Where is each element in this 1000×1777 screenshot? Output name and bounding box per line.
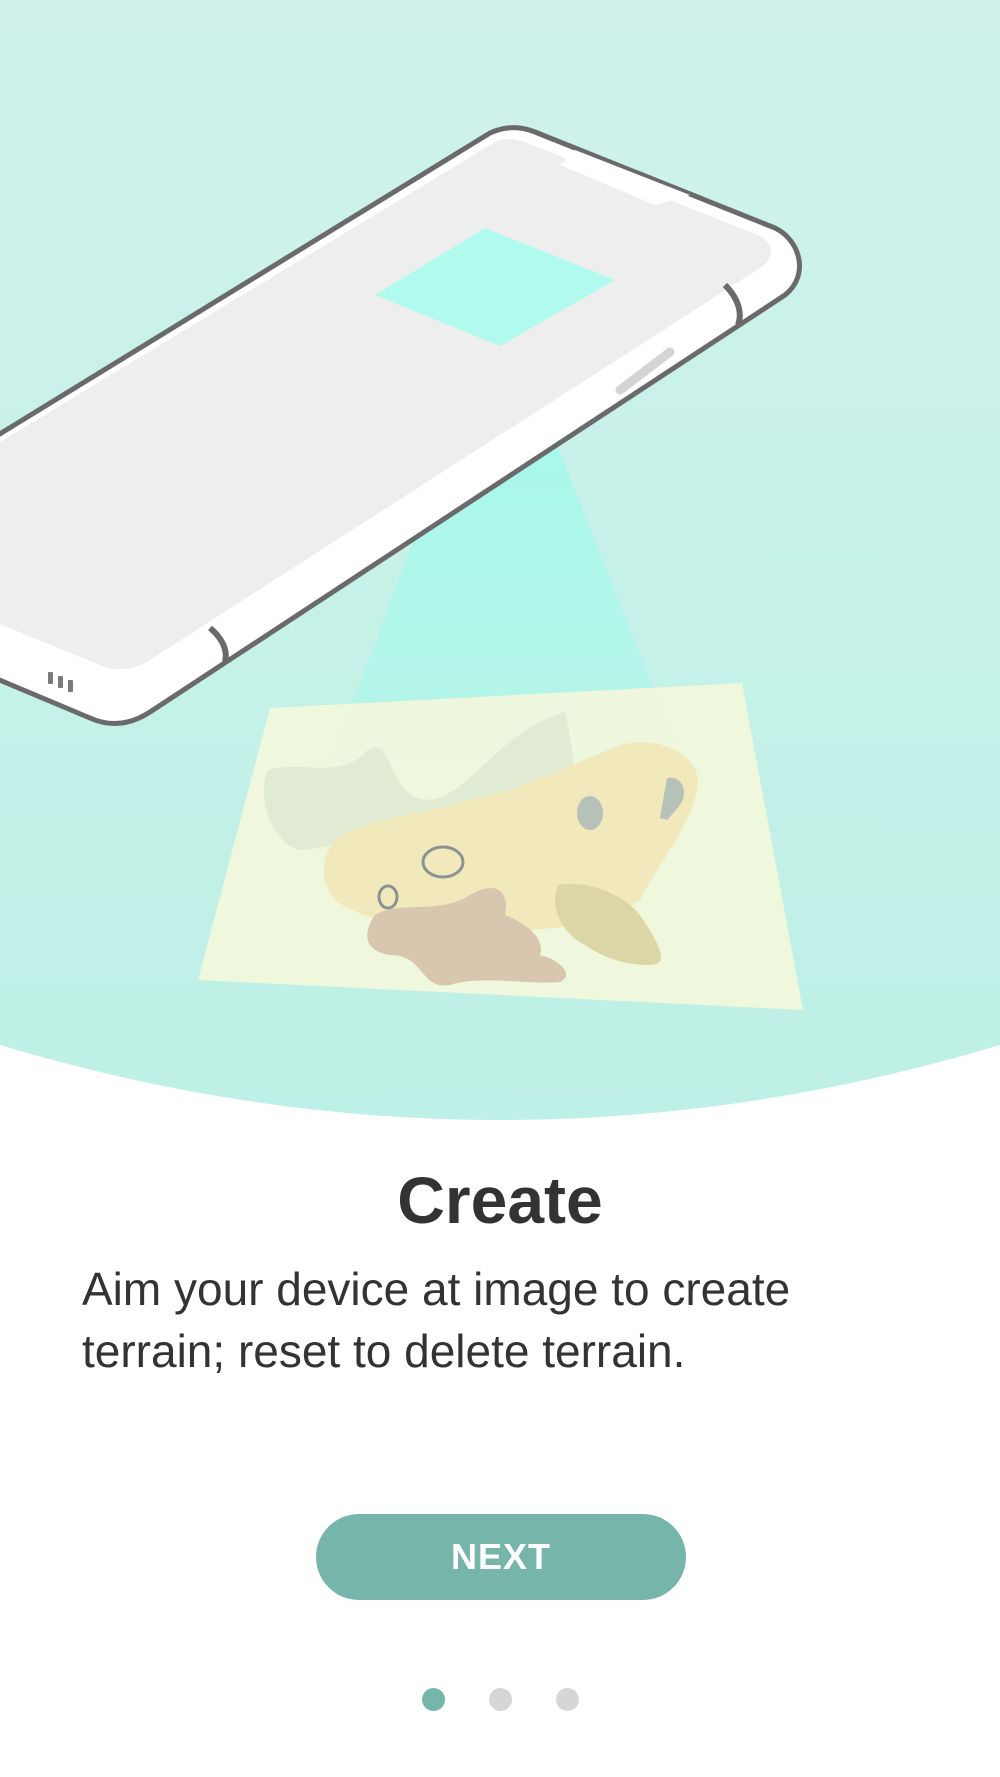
- page-dot[interactable]: [421, 1688, 445, 1711]
- page-title: Create: [397, 1163, 603, 1237]
- onboarding-description: Aim your device at image to create terra…: [82, 1263, 791, 1377]
- target-image-card: [198, 683, 803, 1010]
- page-dot[interactable]: [555, 1688, 579, 1711]
- scan-terrain-illustration: [0, 0, 1000, 1120]
- next-button[interactable]: NEXT: [316, 1514, 686, 1600]
- page-dot[interactable]: [488, 1688, 512, 1711]
- page-indicator: [0, 1688, 1000, 1711]
- onboarding-illustration: [0, 0, 1000, 1120]
